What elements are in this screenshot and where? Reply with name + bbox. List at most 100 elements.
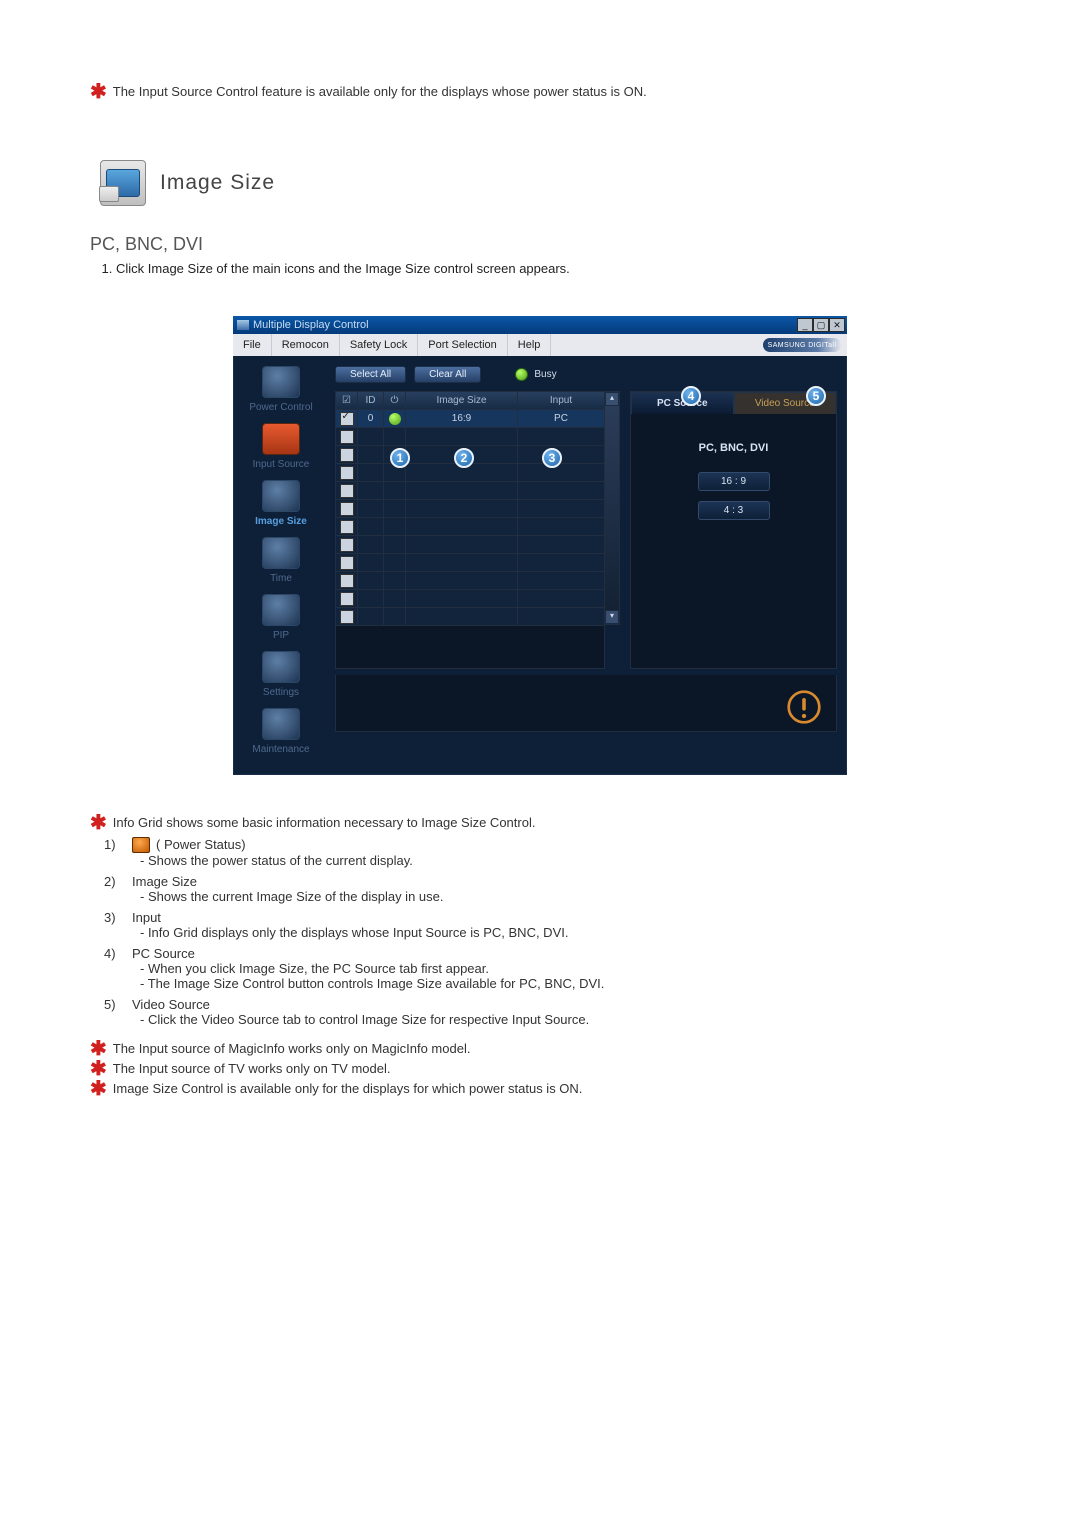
scroll-up-button[interactable]: ▴ [605,392,619,406]
ratio-16-9-button[interactable]: 16 : 9 [698,472,770,491]
grid-header-status: ⏻ [384,392,406,410]
input-source-icon [262,423,300,455]
menu-help[interactable]: Help [508,334,552,356]
grid-row[interactable] [336,500,604,518]
item-sub-1: - Shows the power status of the current … [140,853,990,868]
sidebar-item-input-source[interactable]: Input Source [253,423,310,470]
row-checkbox[interactable] [340,484,354,498]
top-note: The Input Source Control feature is avai… [113,84,647,99]
sidebar-item-pip[interactable]: PIP [262,594,300,641]
menu-port-selection[interactable]: Port Selection [418,334,507,356]
item-label-4: PC Source [132,946,195,961]
grid-row[interactable] [336,518,604,536]
window-close-button[interactable]: ✕ [829,318,845,332]
row-checkbox[interactable] [340,502,354,516]
row-checkbox[interactable] [340,574,354,588]
sidebar-label-maintenance: Maintenance [252,744,309,755]
grid-row[interactable] [336,464,604,482]
alert-icon [786,689,822,725]
grid-row[interactable] [336,608,604,626]
footnote-c: Image Size Control is available only for… [113,1081,583,1096]
grid-row[interactable] [336,536,604,554]
sidebar-item-time[interactable]: Time [262,537,300,584]
instruction-1: Click Image Size of the main icons and t… [116,261,990,276]
row-size: 16:9 [406,410,518,428]
select-all-button[interactable]: Select All [335,366,406,383]
grid-header-checkbox[interactable]: ☑ [336,392,358,410]
callout-badge-4: 4 [681,386,701,406]
grid-row[interactable] [336,572,604,590]
item-number-2: 2) [104,874,126,889]
star-icon: ✱ [90,1041,107,1057]
item-number-4: 4) [104,946,126,961]
grid-row[interactable] [336,554,604,572]
app-icon [237,320,249,330]
busy-dot-icon [515,368,528,381]
grid-row[interactable] [336,590,604,608]
grid-scrollbar[interactable]: ▴ ▾ [605,391,620,625]
sidebar-label-image-size: Image Size [255,516,307,527]
menu-file[interactable]: File [233,334,272,356]
right-panel: PC Source Video Source 4 5 PC, BNC, DVI … [630,391,837,669]
power-status-icon [132,837,150,853]
grid-header-id: ID [358,392,384,410]
item-sub-5: - Click the Video Source tab to control … [140,1012,990,1027]
panel-label: PC, BNC, DVI [645,442,822,454]
row-checkbox[interactable] [340,466,354,480]
sidebar-item-image-size[interactable]: Image Size [255,480,307,527]
grid-header-input: Input [518,392,604,410]
item-sub-3: - Info Grid displays only the displays w… [140,925,990,940]
sidebar-item-power-control[interactable]: Power Control [249,366,312,413]
item-label-3: Input [132,910,161,925]
pip-icon [262,594,300,626]
item-number-3: 3) [104,910,126,925]
row-checkbox[interactable] [340,610,354,624]
row-checkbox[interactable] [340,538,354,552]
power-icon [262,366,300,398]
grid-row[interactable]: 0 16:9 PC [336,410,604,428]
busy-indicator: Busy [515,368,556,381]
row-id: 0 [358,410,384,428]
window-maximize-button[interactable]: ▢ [813,318,829,332]
star-icon: ✱ [90,1061,107,1077]
row-checkbox[interactable] [340,448,354,462]
menu-remocon[interactable]: Remocon [272,334,340,356]
sidebar-item-settings[interactable]: Settings [262,651,300,698]
row-checkbox[interactable] [340,430,354,444]
row-checkbox[interactable] [340,556,354,570]
sidebar-label-power: Power Control [249,402,312,413]
ratio-4-3-button[interactable]: 4 : 3 [698,501,770,520]
window-minimize-button[interactable]: _ [797,318,813,332]
row-checkbox[interactable] [340,592,354,606]
row-status-dot [389,413,401,425]
titlebar: Multiple Display Control _ ▢ ✕ [233,316,847,334]
item-label-2: Image Size [132,874,197,889]
item-label-5: Video Source [132,997,210,1012]
callout-badge-3: 3 [542,448,562,468]
time-icon [262,537,300,569]
row-checkbox[interactable] [340,412,354,426]
footnote-a: The Input source of MagicInfo works only… [113,1041,471,1056]
app-title: Multiple Display Control [253,319,369,331]
scroll-down-button[interactable]: ▾ [605,610,619,624]
footnote-b: The Input source of TV works only on TV … [113,1061,391,1076]
sidebar-item-maintenance[interactable]: Maintenance [252,708,309,755]
row-checkbox[interactable] [340,520,354,534]
row-input: PC [518,410,604,428]
maintenance-icon [262,708,300,740]
grid-row[interactable] [336,482,604,500]
grid-header-image-size: Image Size [406,392,518,410]
item-sub-4b: - The Image Size Control button controls… [140,976,990,991]
menubar: File Remocon Safety Lock Port Selection … [233,334,847,356]
grid-row[interactable] [336,428,604,446]
star-icon: ✱ [90,1081,107,1097]
callout-badge-2: 2 [454,448,474,468]
app-window: Multiple Display Control _ ▢ ✕ File Remo… [233,316,847,775]
info-grid: ☑ ID ⏻ Image Size Input 0 16:9 PC [335,391,605,669]
menu-safety-lock[interactable]: Safety Lock [340,334,418,356]
callout-badge-5: 5 [806,386,826,406]
clear-all-button[interactable]: Clear All [414,366,481,383]
item-number-1: 1) [104,837,126,852]
section-title: Image Size [160,171,275,195]
brand-logo: SAMSUNG DIGITall [763,338,841,352]
